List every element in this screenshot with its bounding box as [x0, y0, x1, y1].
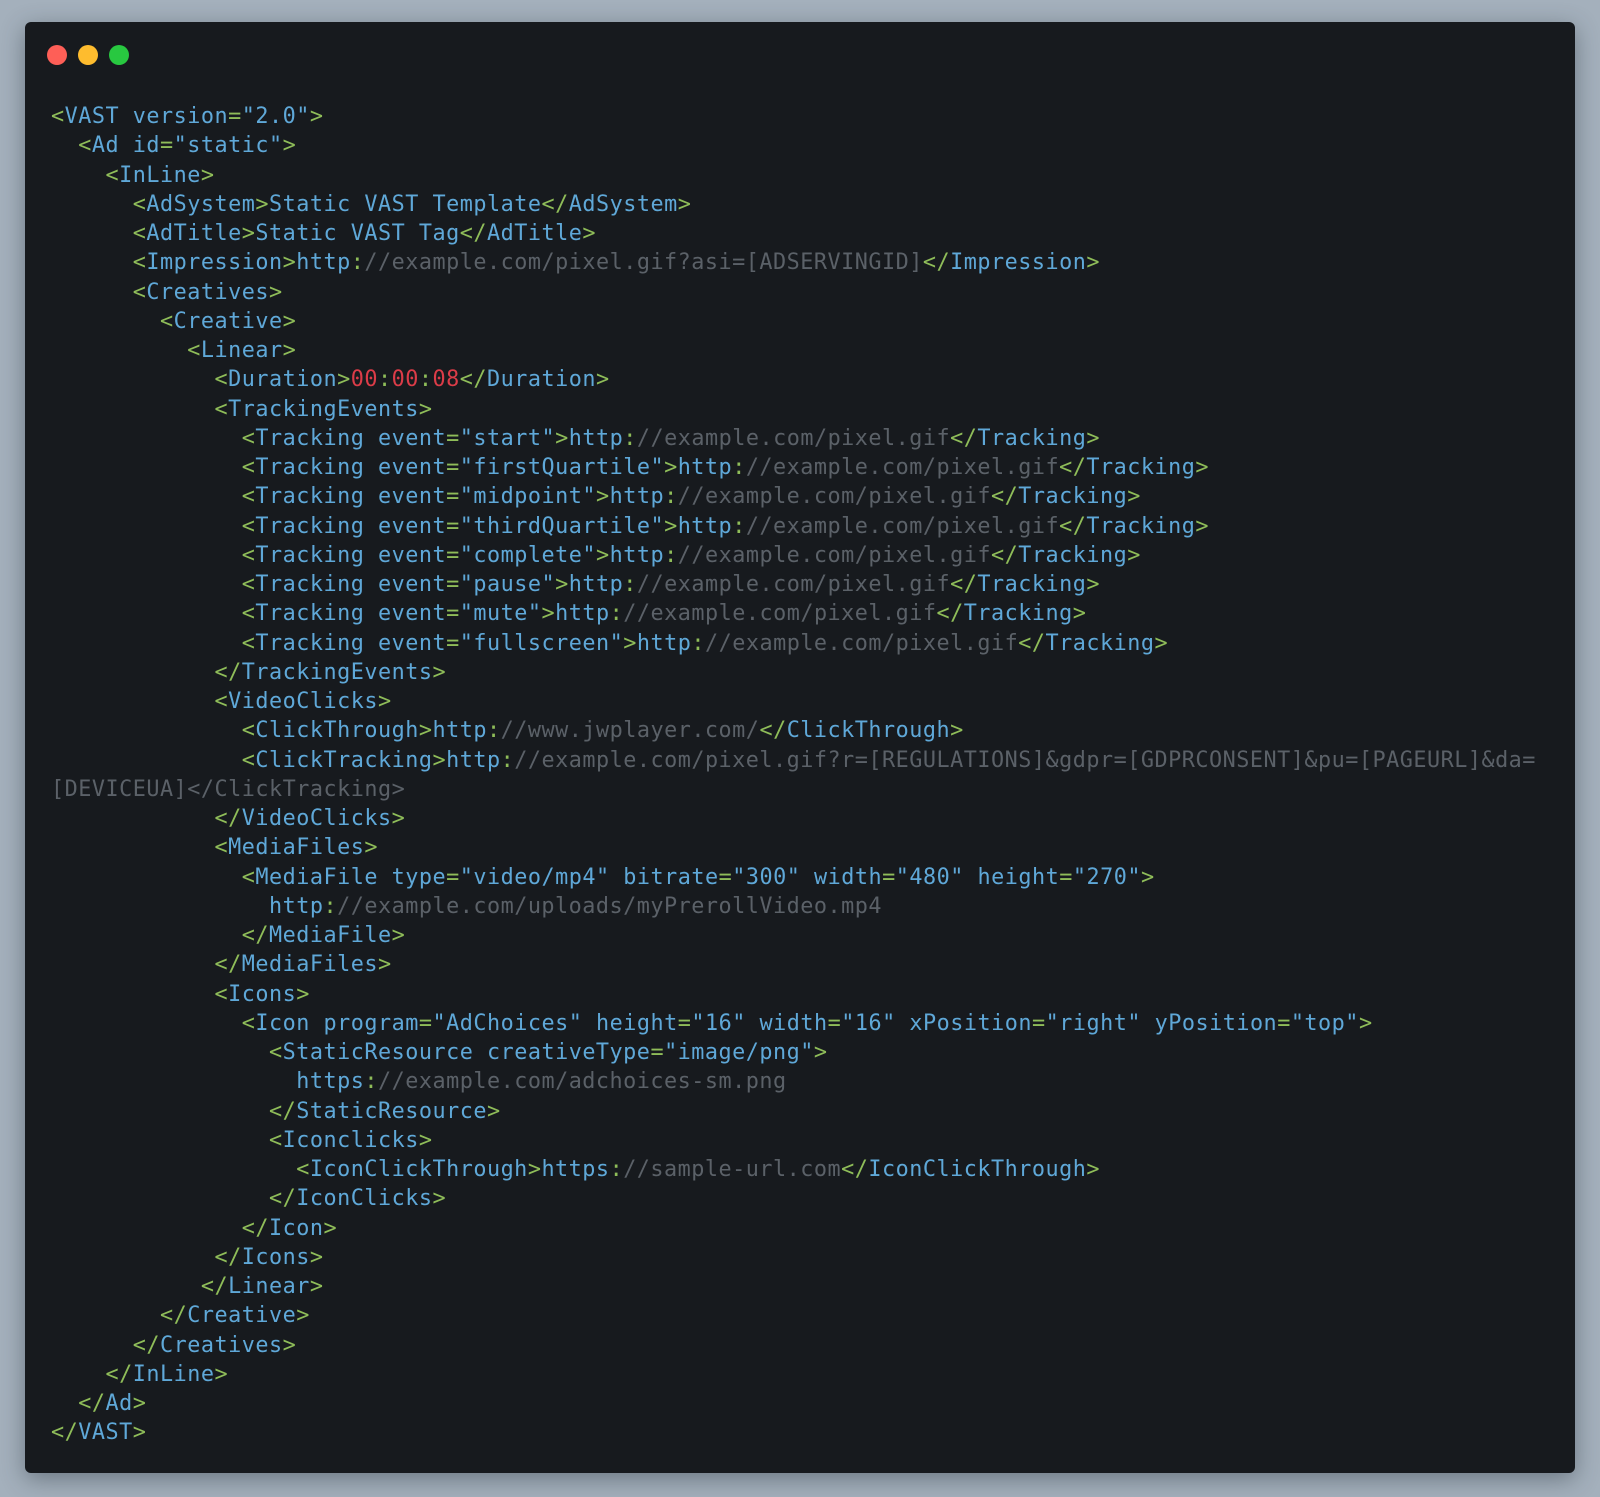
code-line: </Icons>: [214, 1244, 324, 1270]
code-line: <Duration>00:00:08</Duration>: [214, 367, 610, 393]
code-line: </Creative>: [159, 1303, 310, 1329]
code-line: <MediaFile type="video/mp4" bitrate="300…: [241, 864, 1155, 890]
code-line: <Iconclicks>: [268, 1127, 433, 1153]
code-line: <TrackingEvents>: [214, 396, 433, 422]
code-line: <Tracking event="mute">http://example.co…: [241, 601, 1087, 627]
code-line: <Tracking event="thirdQuartile">http://e…: [241, 513, 1209, 539]
code-line: <InLine>: [105, 162, 215, 188]
close-button[interactable]: [47, 45, 67, 65]
code-line: </VideoClicks>: [214, 806, 406, 831]
code-line: </MediaFile>: [241, 923, 406, 948]
code-line: </IconClicks>: [268, 1186, 447, 1212]
zoom-button[interactable]: [109, 45, 129, 65]
code-line: </Icon>: [241, 1215, 338, 1241]
code-line: <Tracking event="midpoint">http://exampl…: [241, 484, 1141, 510]
code-line: <AdSystem>Static VAST Template</AdSystem…: [132, 191, 692, 217]
code-line: <Ad id="static">: [78, 133, 297, 159]
code-line: <Linear>: [187, 338, 297, 363]
code-line: <Tracking event="firstQuartile">http://e…: [241, 455, 1209, 480]
code-line: http://example.com/uploads/myPrerollVide…: [268, 893, 883, 919]
code-line: </InLine>: [105, 1361, 229, 1387]
code-line: <MediaFiles>: [214, 835, 378, 861]
code-line: <Tracking event="start">http://example.c…: [241, 425, 1101, 451]
code-window: <VAST version="2.0"> <Ad id="static"> <I…: [25, 22, 1575, 1473]
code-line: </Ad>: [78, 1391, 147, 1416]
code-line: <AdTitle>Static VAST Tag</AdTitle>: [132, 221, 596, 246]
code-line: </StaticResource>: [268, 1098, 501, 1124]
code-line: </Linear>: [200, 1274, 324, 1299]
code-line: <ClickThrough>http://www.jwplayer.com/</…: [241, 718, 964, 744]
code-line: <IconClickThrough>https://sample-url.com…: [296, 1157, 1100, 1182]
code-line: [DEVICEUA]</ClickTracking>: [51, 776, 406, 802]
code-line: <Icons>: [214, 981, 310, 1007]
code-line: <Creative>: [159, 308, 297, 334]
minimize-button[interactable]: [78, 45, 98, 65]
code-line: </MediaFiles>: [214, 952, 392, 978]
code-line: <VAST version="2.0">: [51, 104, 324, 129]
code-line: </VAST>: [51, 1420, 147, 1446]
code-line: <VideoClicks>: [214, 689, 392, 714]
code-line: <Tracking event="complete">http://exampl…: [241, 542, 1141, 568]
code-line: <Impression>http://example.com/pixel.gif…: [132, 250, 1101, 276]
code-line: <StaticResource creativeType="image/png"…: [268, 1040, 828, 1065]
code-line: </Creatives>: [132, 1332, 297, 1358]
code-line: <Creatives>: [132, 279, 283, 305]
code-line: <ClickTracking>http://example.com/pixel.…: [241, 747, 1536, 773]
code-line: <Icon program="AdChoices" height="16" wi…: [241, 1010, 1373, 1036]
code-block: <VAST version="2.0"> <Ad id="static"> <I…: [51, 102, 1551, 1448]
code-line: <Tracking event="fullscreen">http://exam…: [241, 630, 1169, 656]
code-line: https://example.com/adchoices-sm.png: [296, 1069, 787, 1095]
code-line: </TrackingEvents>: [214, 659, 447, 685]
code-line: <Tracking event="pause">http://example.c…: [241, 572, 1101, 597]
